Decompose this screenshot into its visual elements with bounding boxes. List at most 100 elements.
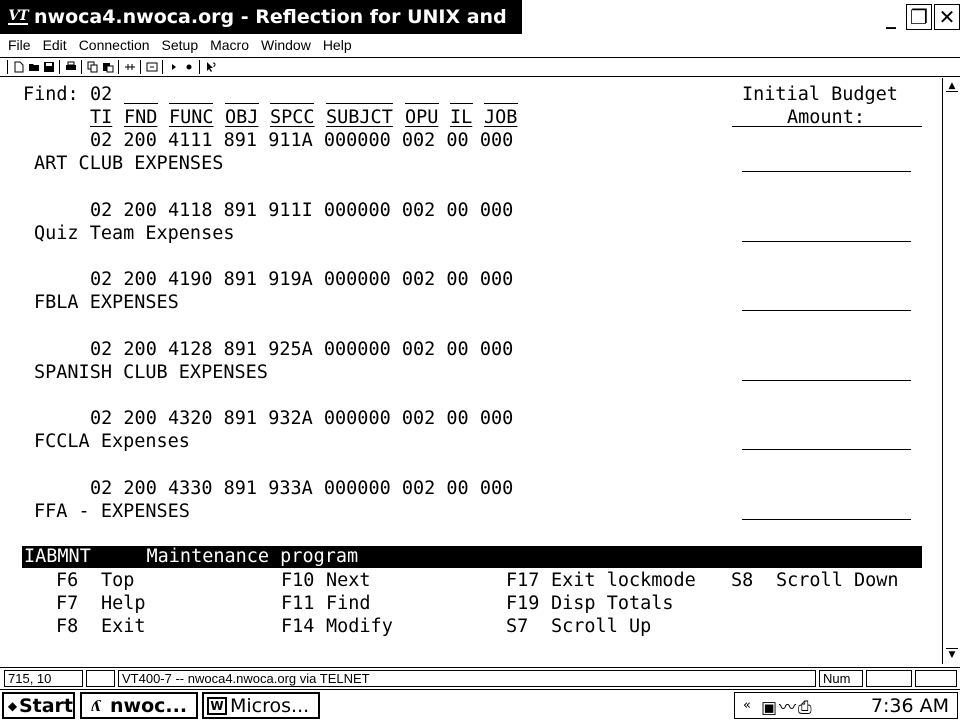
fkey-f14-label[interactable]: Modify: [326, 615, 393, 638]
find-field-spcc[interactable]: [270, 103, 314, 104]
fkey-f10-key[interactable]: F10: [281, 569, 314, 592]
restore-button[interactable]: ❐: [906, 4, 932, 30]
fkey-s8-key[interactable]: S8: [731, 569, 753, 592]
start-button[interactable]: ◆ Start: [2, 692, 75, 719]
printer-icon[interactable]: ⎙: [798, 698, 814, 718]
status-cell-empty: [86, 670, 115, 687]
tray-expand-chevron-icon[interactable]: «: [743, 698, 751, 713]
record-macro-icon[interactable]: [181, 60, 196, 75]
fkey-f17-key[interactable]: F17: [506, 569, 539, 592]
terminal-screen[interactable]: Find: 02 Initial Budget TI FND FUNC OBJ …: [0, 78, 942, 664]
budget-amount-field[interactable]: [742, 449, 911, 450]
print-icon[interactable]: [63, 60, 78, 75]
taskbar-item-reflection[interactable]: ʎ nwoc...: [80, 692, 198, 719]
copy-icon[interactable]: [85, 60, 100, 75]
minimize-button[interactable]: _: [878, 4, 904, 30]
fkey-f8-label[interactable]: Exit: [101, 615, 146, 638]
reflection-app-icon: ʎ: [91, 696, 101, 715]
column-header-job: JOB: [484, 107, 518, 128]
connect-icon[interactable]: [122, 60, 137, 75]
fkey-f8-key[interactable]: F8: [56, 615, 78, 638]
title-bar: VT nwoca4.nwoca.org - Reflection for UNI…: [0, 0, 522, 34]
scroll-down-arrow-icon[interactable]: ▼: [946, 648, 958, 660]
record-description: FCCLA Expenses: [34, 431, 190, 452]
toolbar-separator: [199, 60, 200, 74]
fkey-s7-label[interactable]: Scroll Up: [551, 615, 651, 638]
vertical-scrollbar[interactable]: ▲ ▼: [942, 78, 960, 664]
fkey-s8-label[interactable]: Scroll Down: [776, 569, 899, 592]
find-field-fnd[interactable]: [124, 103, 158, 104]
record-description: FFA - EXPENSES: [34, 501, 190, 522]
find-field-obj[interactable]: [225, 103, 259, 104]
tray-clock[interactable]: 7:36 AM: [871, 695, 949, 717]
fkey-f6-label[interactable]: Top: [101, 569, 134, 592]
menu-help[interactable]: Help: [317, 37, 358, 53]
toolbar-separator: [140, 60, 141, 74]
taskbar-item-label: Micros...: [230, 694, 310, 717]
connection-status: VT400-7 -- nwoca4.nwoca.org via TELNET: [118, 670, 816, 687]
window-controls: _ ❐ ✕: [878, 4, 960, 30]
start-label: Start: [18, 694, 73, 717]
menu-edit[interactable]: Edit: [37, 37, 73, 53]
num-lock-indicator: Num: [819, 670, 863, 687]
context-help-icon[interactable]: [203, 60, 218, 75]
budget-header-line1: Initial Budget: [742, 84, 898, 105]
app-icon-label: VT: [8, 8, 29, 25]
antivirus-icon[interactable]: 〰: [779, 698, 798, 718]
fkey-f6-key[interactable]: F6: [56, 569, 78, 592]
tray-icons[interactable]: ▣〰⎙: [761, 693, 814, 718]
budget-amount-field[interactable]: [742, 380, 911, 381]
close-button[interactable]: ✕: [934, 4, 960, 30]
play-macro-icon[interactable]: [166, 60, 181, 75]
system-tray: « ▣〰⎙ 7:36 AM: [734, 692, 958, 719]
menu-macro[interactable]: Macro: [204, 37, 255, 53]
taskbar-item-label: nwoc...: [110, 694, 188, 717]
new-icon[interactable]: [11, 60, 26, 75]
budget-amount-field[interactable]: [742, 241, 911, 242]
find-field-func[interactable]: [169, 103, 213, 104]
save-icon[interactable]: [41, 60, 56, 75]
reflection-app-icon[interactable]: VT: [4, 3, 32, 31]
record-code: 02 200 4190 891 919A 000000 002 00 000: [90, 269, 514, 290]
budget-amount-field[interactable]: [742, 310, 911, 311]
column-header-ti: TI: [90, 107, 113, 128]
fkey-f17-label[interactable]: Exit lockmode: [551, 569, 696, 592]
paste-icon[interactable]: [100, 60, 115, 75]
toolbar-separator: [162, 60, 163, 74]
fkey-f7-key[interactable]: F7: [56, 592, 78, 615]
column-header-spcc: SPCC: [270, 107, 315, 128]
taskbar-item-microsoft[interactable]: W Micros...: [202, 692, 320, 719]
scroll-up-arrow-icon[interactable]: ▲: [946, 80, 958, 92]
taskbar: ◆ Start ʎ nwoc... W Micros... « ▣〰⎙ 7:36…: [0, 689, 960, 720]
find-label: Find:: [23, 84, 79, 105]
status-cell-empty: [915, 670, 957, 687]
fkey-f11-key[interactable]: F11: [281, 592, 314, 615]
fkey-f10-label[interactable]: Next: [326, 569, 371, 592]
find-field-il[interactable]: [450, 103, 473, 104]
fkey-s7-key[interactable]: S7: [506, 615, 528, 638]
fkey-f19-label[interactable]: Disp Totals: [551, 592, 674, 615]
record-code: 02 200 4128 891 925A 000000 002 00 000: [90, 339, 514, 360]
record-description: SPANISH CLUB EXPENSES: [34, 362, 268, 383]
budget-amount-field[interactable]: [742, 171, 911, 172]
record-code: 02 200 4330 891 933A 000000 002 00 000: [90, 478, 514, 499]
menu-connection[interactable]: Connection: [73, 37, 156, 53]
open-folder-icon[interactable]: [26, 60, 41, 75]
fkey-f19-key[interactable]: F19: [506, 592, 539, 615]
fkey-f14-key[interactable]: F14: [281, 615, 314, 638]
windows-logo-icon: ◆: [7, 698, 18, 713]
column-header-subjct: SUBJCT: [326, 107, 393, 128]
menu-setup[interactable]: Setup: [156, 37, 205, 53]
budget-amount-field[interactable]: [742, 519, 911, 520]
menu-window[interactable]: Window: [255, 37, 317, 53]
fkey-f7-label[interactable]: Help: [101, 592, 146, 615]
find-field-job[interactable]: [484, 103, 518, 104]
network-icon[interactable]: ▣: [761, 698, 779, 718]
toolbar-separator: [118, 60, 119, 74]
menu-file[interactable]: File: [2, 37, 37, 53]
find-field-subjct[interactable]: [326, 103, 393, 104]
fkey-f11-label[interactable]: Find: [326, 592, 371, 615]
toolbar-separator: [59, 60, 60, 74]
transfer-icon[interactable]: [144, 60, 159, 75]
find-field-opu[interactable]: [405, 103, 439, 104]
